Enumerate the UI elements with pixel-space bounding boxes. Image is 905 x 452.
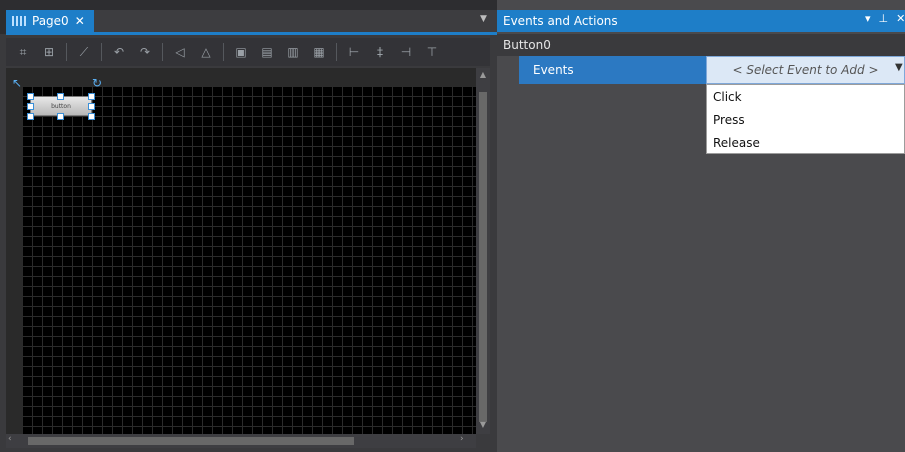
option-release[interactable]: Release bbox=[707, 131, 904, 154]
rotate-right-icon[interactable]: ↷ bbox=[134, 41, 156, 63]
canvas-button-text: button bbox=[51, 102, 71, 110]
events-label-text: Events bbox=[533, 63, 574, 77]
toolbar-separator bbox=[66, 43, 67, 61]
resize-handle-top-center[interactable] bbox=[57, 93, 64, 100]
resize-icon[interactable]: ⌗ bbox=[12, 41, 34, 63]
align-left-icon[interactable]: ⊢ bbox=[343, 41, 365, 63]
page-canvas[interactable] bbox=[22, 86, 476, 434]
send-back-icon[interactable]: ▤ bbox=[256, 41, 278, 63]
events-label: Events bbox=[519, 56, 706, 84]
scroll-up-icon[interactable]: ▲ bbox=[478, 70, 488, 80]
option-click[interactable]: Click bbox=[707, 85, 904, 108]
resize-handle-bottom-right[interactable] bbox=[88, 113, 95, 120]
horizontal-scroll-thumb[interactable] bbox=[28, 437, 354, 445]
selected-object-row: Button0 bbox=[497, 34, 905, 56]
tab-dropdown-icon[interactable]: ▼ bbox=[480, 14, 492, 26]
event-select-dropdown[interactable]: < Select Event to Add > bbox=[706, 56, 905, 84]
resize-handle-top-right[interactable] bbox=[88, 93, 95, 100]
resize-handle-top-left[interactable] bbox=[27, 93, 34, 100]
page-grid-icon bbox=[12, 16, 26, 26]
rotate-handle-left-icon[interactable]: ↖ bbox=[12, 76, 26, 90]
panel-title-text: Events and Actions bbox=[503, 14, 618, 28]
object-name: Button0 bbox=[503, 38, 551, 52]
resize-alt-icon[interactable]: ⊞ bbox=[38, 41, 60, 63]
toolbar-separator bbox=[336, 43, 337, 61]
tab-underline bbox=[6, 32, 497, 35]
scroll-left-icon[interactable]: ‹ bbox=[8, 434, 18, 448]
tabbar-empty-area bbox=[94, 10, 497, 32]
align-center-icon[interactable]: ‡ bbox=[369, 41, 391, 63]
option-press[interactable]: Press bbox=[707, 108, 904, 131]
tab-page0[interactable]: Page0 ✕ bbox=[6, 10, 94, 32]
close-icon[interactable]: ✕ bbox=[896, 12, 905, 30]
close-icon[interactable]: ✕ bbox=[75, 14, 85, 28]
tab-label: Page0 bbox=[32, 14, 69, 28]
bring-forward-icon[interactable]: ▥ bbox=[282, 41, 304, 63]
resize-handle-middle-left[interactable] bbox=[27, 103, 34, 110]
event-options-list: Click Press Release bbox=[706, 84, 905, 154]
toolbar-separator bbox=[101, 43, 102, 61]
flip-vertical-icon[interactable]: △ bbox=[195, 41, 217, 63]
skew-icon[interactable]: ⟋ bbox=[73, 41, 95, 63]
toolbar-separator bbox=[162, 43, 163, 61]
resize-handle-bottom-left[interactable] bbox=[27, 113, 34, 120]
event-select-placeholder: < Select Event to Add > bbox=[732, 63, 879, 77]
panel-title: Events and Actions bbox=[497, 10, 905, 32]
scroll-down-icon[interactable]: ▼ bbox=[478, 420, 488, 430]
resize-handle-bottom-center[interactable] bbox=[57, 113, 64, 120]
panel-menu-icon[interactable]: ▾ bbox=[865, 12, 871, 30]
rotate-left-icon[interactable]: ↶ bbox=[108, 41, 130, 63]
panel-window-controls: ▾ ⊥ ✕ bbox=[865, 12, 905, 30]
bring-front-icon[interactable]: ▣ bbox=[230, 41, 252, 63]
resize-handle-middle-right[interactable] bbox=[88, 103, 95, 110]
scroll-right-icon[interactable]: › bbox=[460, 434, 470, 448]
chevron-down-icon[interactable]: ▼ bbox=[895, 62, 905, 76]
align-right-icon[interactable]: ⊣ bbox=[395, 41, 417, 63]
flip-horizontal-icon[interactable]: ◁ bbox=[169, 41, 191, 63]
send-backward-icon[interactable]: ▦ bbox=[308, 41, 330, 63]
toolbar-separator bbox=[223, 43, 224, 61]
pin-icon[interactable]: ⊥ bbox=[879, 12, 889, 30]
designer-toolbar: ⌗ ⊞ ⟋ ↶ ↷ ◁ △ ▣ ▤ ▥ ▦ ⊢ ‡ ⊣ ⊤ bbox=[6, 38, 490, 66]
rotate-handle-right-icon[interactable]: ↻ bbox=[92, 76, 106, 90]
align-top-icon[interactable]: ⊤ bbox=[421, 41, 443, 63]
vertical-scroll-thumb[interactable] bbox=[479, 92, 487, 422]
